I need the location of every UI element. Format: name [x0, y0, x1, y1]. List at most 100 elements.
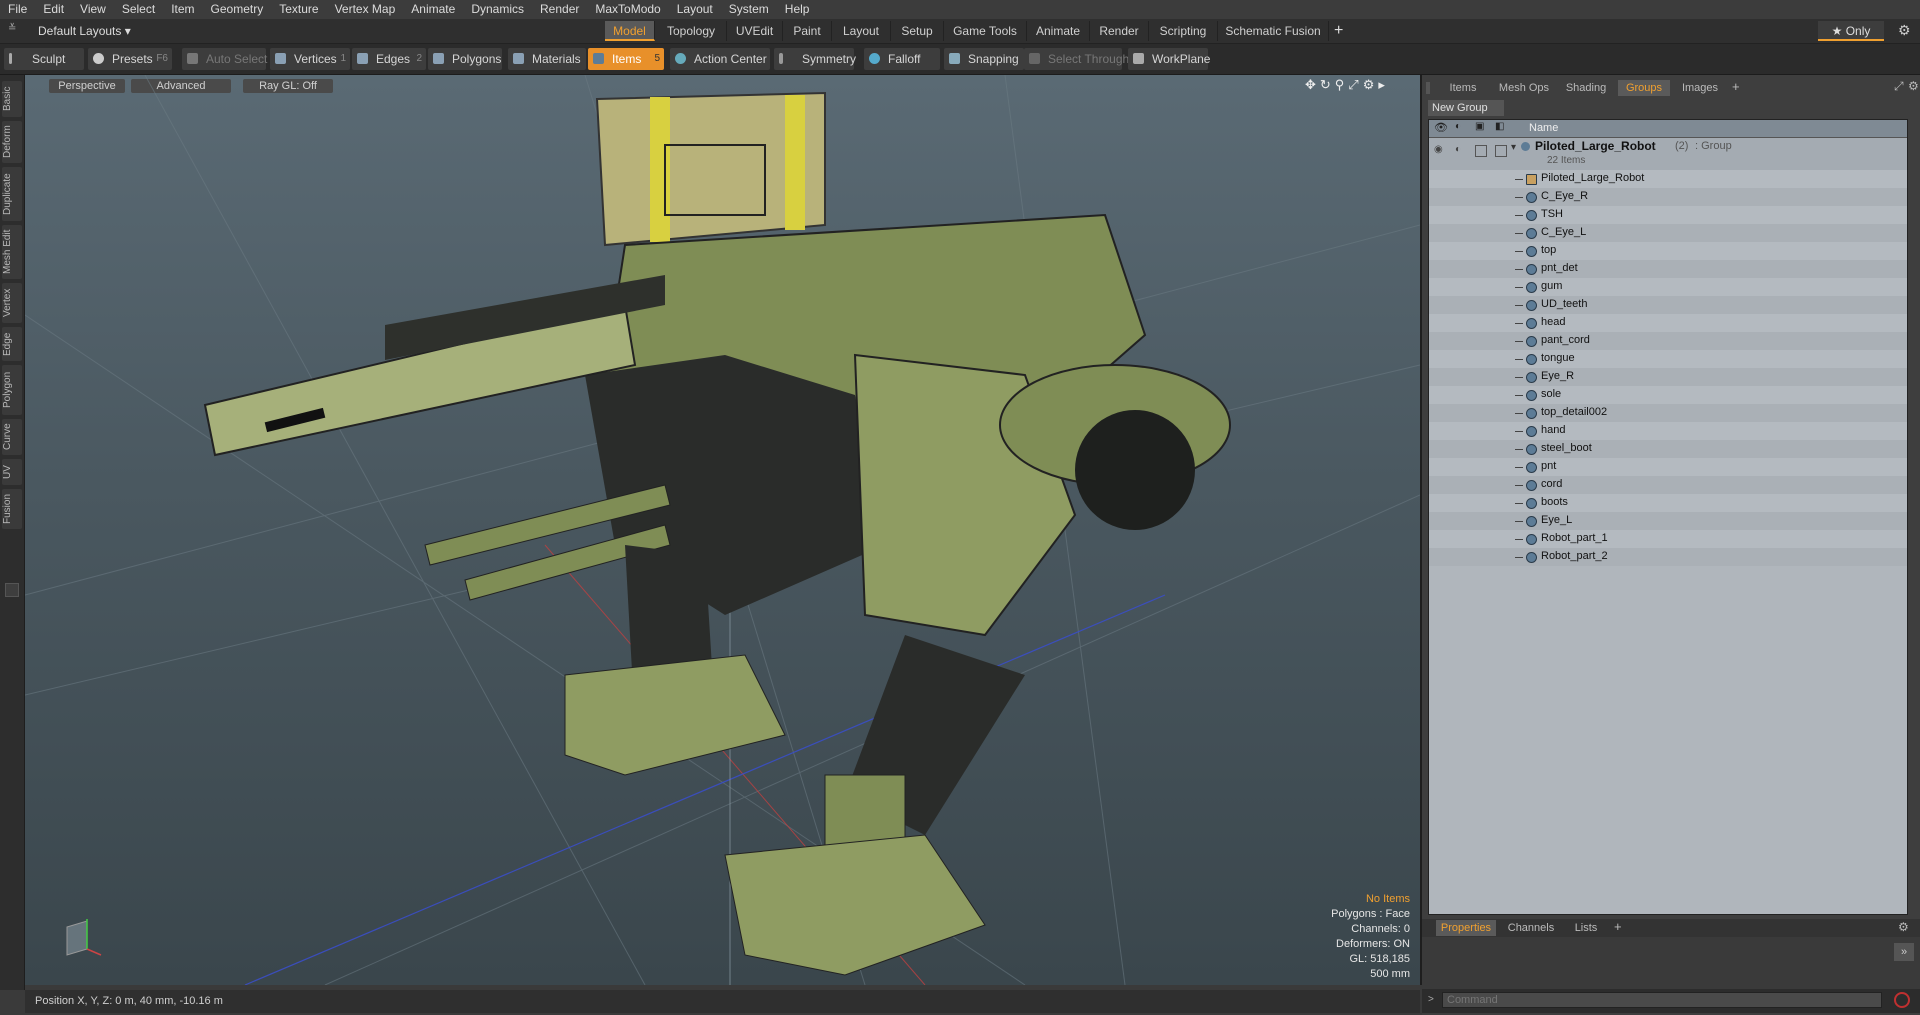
- select-checkbox[interactable]: [1495, 145, 1507, 157]
- add-bottom-tab-icon[interactable]: +: [1614, 919, 1622, 934]
- tab-schematic-fusion[interactable]: Schematic Fusion: [1218, 21, 1329, 41]
- render-icon[interactable]: ◐: [1455, 121, 1461, 132]
- menu-help[interactable]: Help: [777, 0, 818, 19]
- tab-scripting[interactable]: Scripting: [1149, 21, 1218, 41]
- sculpt-button[interactable]: Sculpt: [4, 48, 84, 70]
- command-input[interactable]: [1442, 992, 1882, 1008]
- polygons-button[interactable]: Polygons: [428, 48, 502, 70]
- menu-file[interactable]: File: [0, 0, 35, 19]
- menu-vertex-map[interactable]: Vertex Map: [327, 0, 404, 19]
- visibility-eye-icon[interactable]: ◉: [1434, 144, 1443, 155]
- list-item[interactable]: gum: [1429, 278, 1907, 296]
- list-item[interactable]: sole: [1429, 386, 1907, 404]
- vtab-duplicate[interactable]: Duplicate: [2, 167, 22, 221]
- list-item[interactable]: head: [1429, 314, 1907, 332]
- group-row[interactable]: ◉ ◐ ▾ Piloted_Large_Robot (2) : Group 22…: [1429, 138, 1907, 170]
- menu-system[interactable]: System: [721, 0, 777, 19]
- list-item[interactable]: pnt: [1429, 458, 1907, 476]
- vtab-basic[interactable]: Basic: [2, 81, 22, 117]
- vertices-button[interactable]: Vertices 1: [270, 48, 350, 70]
- vtab-mesh-edit[interactable]: Mesh Edit: [2, 225, 22, 279]
- vtab-vertex[interactable]: Vertex: [2, 283, 22, 323]
- tab-groups[interactable]: Groups: [1618, 80, 1670, 96]
- render-toggle-icon[interactable]: ◐: [1455, 144, 1461, 155]
- list-item[interactable]: cord: [1429, 476, 1907, 494]
- list-item[interactable]: boots: [1429, 494, 1907, 512]
- menu-item[interactable]: Item: [163, 0, 202, 19]
- tab-topology[interactable]: Topology: [656, 21, 727, 41]
- vtab-curve[interactable]: Curve: [2, 419, 22, 455]
- symmetry-button[interactable]: Symmetry: [774, 48, 856, 70]
- list-item[interactable]: Robot_part_2: [1429, 548, 1907, 566]
- add-tab-icon[interactable]: +: [1334, 21, 1343, 41]
- list-item[interactable]: UD_teeth: [1429, 296, 1907, 314]
- new-group-button[interactable]: New Group: [1428, 100, 1504, 116]
- tab-paint[interactable]: Paint: [783, 21, 832, 41]
- tab-game-tools[interactable]: Game Tools: [944, 21, 1027, 41]
- lock-checkbox[interactable]: [1475, 145, 1487, 157]
- bottom-settings-icon[interactable]: ⚙: [1898, 920, 1909, 934]
- list-item[interactable]: top: [1429, 242, 1907, 260]
- layout-selector[interactable]: Default Layouts ▾: [38, 22, 131, 40]
- groups-list[interactable]: 👁 ◐ ▣ ◧ Name ◉ ◐ ▾ Piloted_Large_Robot (…: [1428, 119, 1908, 915]
- list-item[interactable]: Robot_part_1: [1429, 530, 1907, 548]
- menu-edit[interactable]: Edit: [35, 0, 72, 19]
- list-item[interactable]: Piloted_Large_Robot: [1429, 170, 1907, 188]
- materials-button[interactable]: Materials: [508, 48, 586, 70]
- vtab-edge[interactable]: Edge: [2, 327, 22, 361]
- vtab-polygon[interactable]: Polygon: [2, 365, 22, 415]
- vtab-deform[interactable]: Deform: [2, 121, 22, 163]
- panel-settings-icon[interactable]: ⚙: [1908, 79, 1919, 93]
- expand-icon[interactable]: [5, 583, 19, 597]
- tab-layout[interactable]: Layout: [832, 21, 891, 41]
- vtab-fusion[interactable]: Fusion: [2, 489, 22, 529]
- falloff-button[interactable]: Falloff: [864, 48, 940, 70]
- lock-icon[interactable]: ▣: [1475, 121, 1484, 132]
- tab-uvedit[interactable]: UVEdit: [727, 21, 783, 41]
- list-item[interactable]: top_detail002: [1429, 404, 1907, 422]
- tab-shading[interactable]: Shading: [1558, 80, 1614, 96]
- tab-model[interactable]: Model: [605, 21, 655, 41]
- list-item[interactable]: pnt_det: [1429, 260, 1907, 278]
- workplane-button[interactable]: WorkPlane: [1128, 48, 1210, 70]
- menu-texture[interactable]: Texture: [271, 0, 326, 19]
- menu-view[interactable]: View: [72, 0, 114, 19]
- presets-button[interactable]: Presets F6: [88, 48, 172, 70]
- tab-mesh-ops[interactable]: Mesh Ops: [1494, 80, 1554, 96]
- tab-properties[interactable]: Properties: [1436, 920, 1496, 936]
- panel-expand-icon[interactable]: ⤢: [1894, 79, 1904, 94]
- list-item[interactable]: pant_cord: [1429, 332, 1907, 350]
- menu-maxtomodo[interactable]: MaxToModo: [587, 0, 668, 19]
- menu-render[interactable]: Render: [532, 0, 587, 19]
- auto-select-button[interactable]: Auto Select: [182, 48, 267, 70]
- menu-layout[interactable]: Layout: [669, 0, 721, 19]
- action-center-button[interactable]: Action Center: [670, 48, 770, 70]
- eye-icon[interactable]: 👁: [1434, 121, 1448, 134]
- expand-arrow-icon[interactable]: ▾: [1511, 142, 1516, 153]
- list-item[interactable]: hand: [1429, 422, 1907, 440]
- tab-channels[interactable]: Channels: [1502, 920, 1560, 936]
- only-toggle[interactable]: ★ Only: [1818, 21, 1884, 41]
- menu-geometry[interactable]: Geometry: [203, 0, 272, 19]
- menu-animate[interactable]: Animate: [403, 0, 463, 19]
- edges-button[interactable]: Edges 2: [352, 48, 426, 70]
- layout-collapse-icon[interactable]: ≚: [8, 24, 18, 34]
- menu-select[interactable]: Select: [114, 0, 163, 19]
- tab-images[interactable]: Images: [1674, 80, 1726, 96]
- list-item[interactable]: steel_boot: [1429, 440, 1907, 458]
- 3d-viewport[interactable]: Perspective Advanced Ray GL: Off ✥↻⚲⤢⚙▸: [25, 75, 1422, 985]
- gear-icon[interactable]: ⚙: [1898, 22, 1911, 39]
- tab-setup[interactable]: Setup: [891, 21, 944, 41]
- list-item[interactable]: tongue: [1429, 350, 1907, 368]
- select-through-button[interactable]: Select Through: [1024, 48, 1129, 70]
- tab-render[interactable]: Render: [1090, 21, 1149, 41]
- items-button[interactable]: Items 5: [588, 48, 664, 70]
- vtab-uv[interactable]: UV: [2, 459, 22, 485]
- stop-icon[interactable]: [1894, 992, 1910, 1008]
- list-item[interactable]: C_Eye_L: [1429, 224, 1907, 242]
- tab-lists[interactable]: Lists: [1566, 920, 1606, 936]
- snapping-button[interactable]: Snapping: [944, 48, 1024, 70]
- add-panel-tab-icon[interactable]: +: [1732, 79, 1740, 94]
- menu-dynamics[interactable]: Dynamics: [463, 0, 532, 19]
- select-icon[interactable]: ◧: [1495, 121, 1504, 132]
